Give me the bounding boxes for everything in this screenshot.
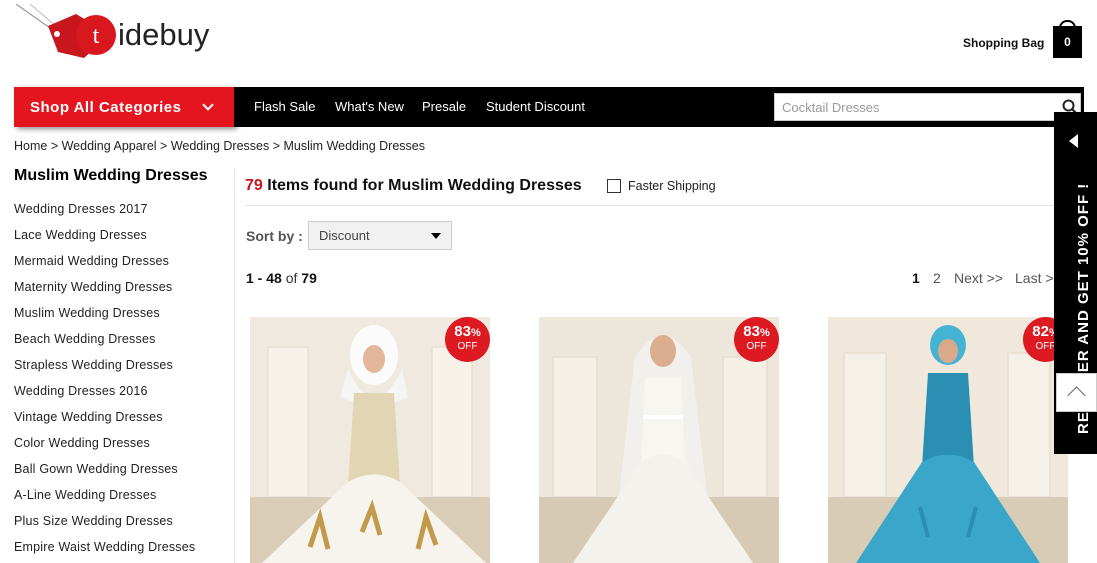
product-card[interactable]: 82% OFF: [828, 317, 1068, 563]
results-range: 1 - 48 of 79: [246, 270, 317, 286]
discount-value: 82: [1032, 323, 1049, 340]
logo-tag-icon: t idebuy: [15, 3, 210, 58]
back-to-top-button[interactable]: [1056, 373, 1097, 412]
svg-text:t: t: [93, 23, 100, 49]
sidebar-item-maternity[interactable]: Maternity Wedding Dresses: [14, 280, 195, 306]
sidebar-divider: [234, 168, 235, 563]
sort-selected-value: Discount: [319, 228, 370, 243]
nav-whats-new[interactable]: What's New: [335, 87, 404, 127]
faster-shipping-checkbox[interactable]: [607, 179, 621, 193]
dress-bodice: [922, 373, 974, 467]
dress-bodice: [641, 377, 685, 467]
nav-student-discount[interactable]: Student Discount: [486, 87, 585, 127]
faster-shipping-label: Faster Shipping: [628, 179, 716, 193]
discount-value: 83: [743, 323, 760, 340]
breadcrumb-wedding-apparel[interactable]: Wedding Apparel: [62, 139, 157, 153]
sidebar-title: Muslim Wedding Dresses: [14, 167, 208, 184]
off-label: OFF: [746, 341, 767, 352]
sidebar-category-list: Wedding Dresses 2017 Lace Wedding Dresse…: [14, 202, 195, 563]
dress-bodice: [348, 393, 400, 487]
caret-down-icon: [431, 233, 441, 239]
shop-all-label: Shop All Categories: [30, 98, 182, 116]
sidebar-item-beach[interactable]: Beach Wedding Dresses: [14, 332, 195, 358]
shop-all-categories-button[interactable]: Shop All Categories: [14, 87, 234, 127]
range-value: 1 - 48: [246, 270, 282, 286]
discount-value: 83: [454, 323, 471, 340]
results-count: 79: [245, 177, 263, 194]
next-page-link[interactable]: Next >>: [954, 270, 1003, 286]
search-box: [774, 93, 1081, 121]
breadcrumb: Home > Wedding Apparel > Wedding Dresses…: [14, 139, 425, 153]
sidebar-item-muslim[interactable]: Muslim Wedding Dresses: [14, 306, 195, 332]
faster-shipping-filter[interactable]: Faster Shipping: [607, 179, 716, 193]
chevron-down-icon: [202, 99, 214, 111]
sidebar-item-ball-gown[interactable]: Ball Gown Wedding Dresses: [14, 462, 195, 488]
sort-select[interactable]: Discount: [308, 221, 452, 250]
results-count-line: 79 Items found for Muslim Wedding Dresse…: [245, 177, 582, 195]
chevron-up-icon: [1067, 386, 1086, 405]
svg-text:idebuy: idebuy: [118, 17, 210, 52]
sidebar-item-mermaid[interactable]: Mermaid Wedding Dresses: [14, 254, 195, 280]
main-nav-bar: Shop All Categories Flash Sale What's Ne…: [14, 87, 1084, 127]
page-2[interactable]: 2: [933, 270, 941, 286]
percent-sign: %: [759, 327, 770, 339]
sidebar-item-a-line[interactable]: A-Line Wedding Dresses: [14, 488, 195, 514]
results-query: Muslim Wedding Dresses: [388, 177, 582, 194]
sidebar-item-plus-size[interactable]: Plus Size Wedding Dresses: [14, 514, 195, 540]
sidebar-item-lace[interactable]: Lace Wedding Dresses: [14, 228, 195, 254]
sidebar-item-strapless[interactable]: Strapless Wedding Dresses: [14, 358, 195, 384]
product-card[interactable]: 83% OFF: [539, 317, 779, 563]
product-card[interactable]: 83% OFF: [250, 317, 490, 563]
breadcrumb-separator: >: [269, 139, 284, 153]
breadcrumb-wedding-dresses[interactable]: Wedding Dresses: [171, 139, 269, 153]
results-divider: [245, 205, 1065, 206]
results-found-text: Items found for: [262, 177, 389, 194]
sidebar-item-wedding-dresses-2017[interactable]: Wedding Dresses 2017: [14, 202, 195, 228]
nav-flash-sale[interactable]: Flash Sale: [254, 87, 315, 127]
breadcrumb-current: Muslim Wedding Dresses: [283, 139, 425, 153]
breadcrumb-separator: >: [156, 139, 171, 153]
page-1: 1: [912, 270, 920, 286]
sort-label: Sort by :: [246, 228, 303, 244]
discount-badge: 83% OFF: [734, 317, 779, 362]
breadcrumb-separator: >: [47, 139, 62, 153]
search-input[interactable]: [775, 94, 1045, 120]
collapse-arrow-icon[interactable]: [1069, 134, 1078, 148]
sidebar-item-wedding-dresses-2016[interactable]: Wedding Dresses 2016: [14, 384, 195, 410]
off-label: OFF: [457, 341, 478, 352]
nav-presale[interactable]: Presale: [422, 87, 466, 127]
discount-badge: 83% OFF: [445, 317, 490, 362]
percent-sign: %: [470, 327, 481, 339]
sidebar-item-empire-waist[interactable]: Empire Waist Wedding Dresses: [14, 540, 195, 563]
last-page-link[interactable]: Last >: [1015, 270, 1054, 286]
sidebar-item-color[interactable]: Color Wedding Dresses: [14, 436, 195, 462]
range-of-text: of: [281, 270, 302, 286]
shopping-bag-label[interactable]: Shopping Bag: [963, 36, 1044, 50]
shopping-bag-count[interactable]: 0: [1053, 26, 1082, 58]
sidebar-item-vintage[interactable]: Vintage Wedding Dresses: [14, 410, 195, 436]
range-total: 79: [301, 270, 317, 286]
breadcrumb-home[interactable]: Home: [14, 139, 47, 153]
tidebuy-logo[interactable]: t idebuy: [14, 3, 244, 64]
